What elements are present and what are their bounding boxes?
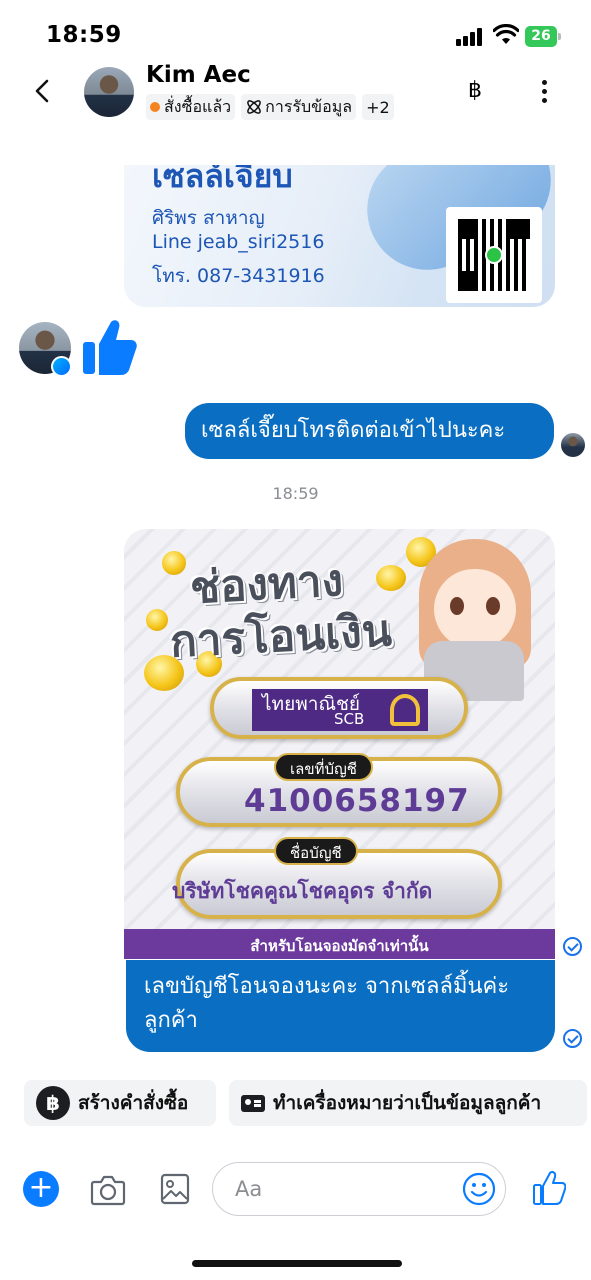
contact-tags: สั่งซื้อแล้ว การรับข้อมูล +2 [146,94,394,120]
card1-line-id: Line jeab_siri2516 [152,231,325,253]
atom-icon [247,100,261,114]
create-order-label: สร้างคำสั่งซื้อ [78,1092,189,1114]
thumbs-up-send-icon[interactable] [532,1170,566,1206]
home-indicator [192,1260,402,1267]
bank-transfer-image[interactable]: ช่องทาง การโอนเงิน ไทยพาณิชย์ SCB เลขที่… [124,529,555,959]
card1-name: ศิริพร สาหาญ [152,207,265,229]
create-order-button[interactable]: ฿ สร้างคำสั่งซื้อ [24,1080,216,1126]
coin-decoration [146,609,168,631]
contact-card-image[interactable]: เซลล์เจี๊ยบ ศิริพร สาหาญ Line jeab_siri2… [124,165,555,307]
scb-logo-box: ไทยพาณิชย์ SCB [252,689,428,731]
status-dot-icon [150,102,160,112]
battery-icon: 26 [525,26,561,47]
card1-title: เซลล์เจี๊ยบ [152,165,293,195]
add-plus-icon[interactable]: + [23,1171,59,1207]
more-options-icon[interactable] [538,78,550,104]
gallery-icon[interactable] [160,1173,190,1205]
outgoing-message[interactable]: เลขบัญชีโอนจองนะคะ จากเซลล์มิ้นค่ะ ลูกค้… [126,960,555,1052]
card2-heading-2: การโอนเงิน [168,605,393,668]
scb-logo-icon [390,694,420,726]
sent-check-icon [563,937,582,956]
emoji-icon[interactable] [462,1172,496,1206]
contact-name[interactable]: Kim Aec [146,62,251,88]
card1-phone: โทร. 087-3431916 [152,265,325,287]
tag-info-label: การรับข้อมูล [265,96,353,116]
sent-check-icon [563,1029,582,1048]
messenger-badge-icon [51,356,72,377]
contact-avatar[interactable] [84,67,134,117]
thumbs-up-icon[interactable] [81,318,137,376]
tag-ordered[interactable]: สั่งซื้อแล้ว [146,94,236,120]
mark-customer-button[interactable]: ทำเครื่องหมายว่าเป็นข้อมูลลูกค้า [229,1080,587,1126]
status-time: 18:59 [46,22,122,48]
tag-more-label: +2 [366,97,390,117]
tag-more[interactable]: +2 [362,94,394,120]
outgoing-message[interactable]: เซลล์เจี๊ยบโทรติดต่อเข้าไปนะคะ [185,403,554,459]
account-name: บริษัทโชคคูณโชคอุดร จำกัด [172,879,433,903]
wifi-icon [493,24,519,44]
account-number-label: เลขที่บัญชี [274,753,373,781]
id-card-icon [241,1094,265,1112]
read-receipt-avatar [561,433,585,457]
coin-decoration [376,565,406,591]
camera-icon[interactable] [90,1173,126,1207]
cellular-signal-icon [456,28,486,46]
coin-decoration [162,551,186,575]
baht-circle-icon: ฿ [36,1086,70,1120]
tag-info-received[interactable]: การรับข้อมูล [241,94,357,120]
tag-ordered-label: สั่งซื้อแล้ว [164,96,232,116]
baht-icon[interactable]: ฿ [468,78,482,103]
account-name-label: ชื่อบัญชี [274,837,358,865]
back-chevron-icon[interactable] [30,78,56,104]
qr-code-icon [446,207,542,303]
card2-footer: สำหรับโอนจองมัดจำเท่านั้น [124,929,555,959]
message-input-placeholder: Aa [235,1177,263,1201]
bank-name-en: SCB [334,710,365,728]
battery-level: 26 [525,26,557,47]
mark-customer-label: ทำเครื่องหมายว่าเป็นข้อมูลลูกค้า [273,1092,542,1114]
account-number: 4100658197 [244,783,470,819]
cartoon-girl-face [434,569,516,649]
message-timestamp: 18:59 [272,484,319,503]
